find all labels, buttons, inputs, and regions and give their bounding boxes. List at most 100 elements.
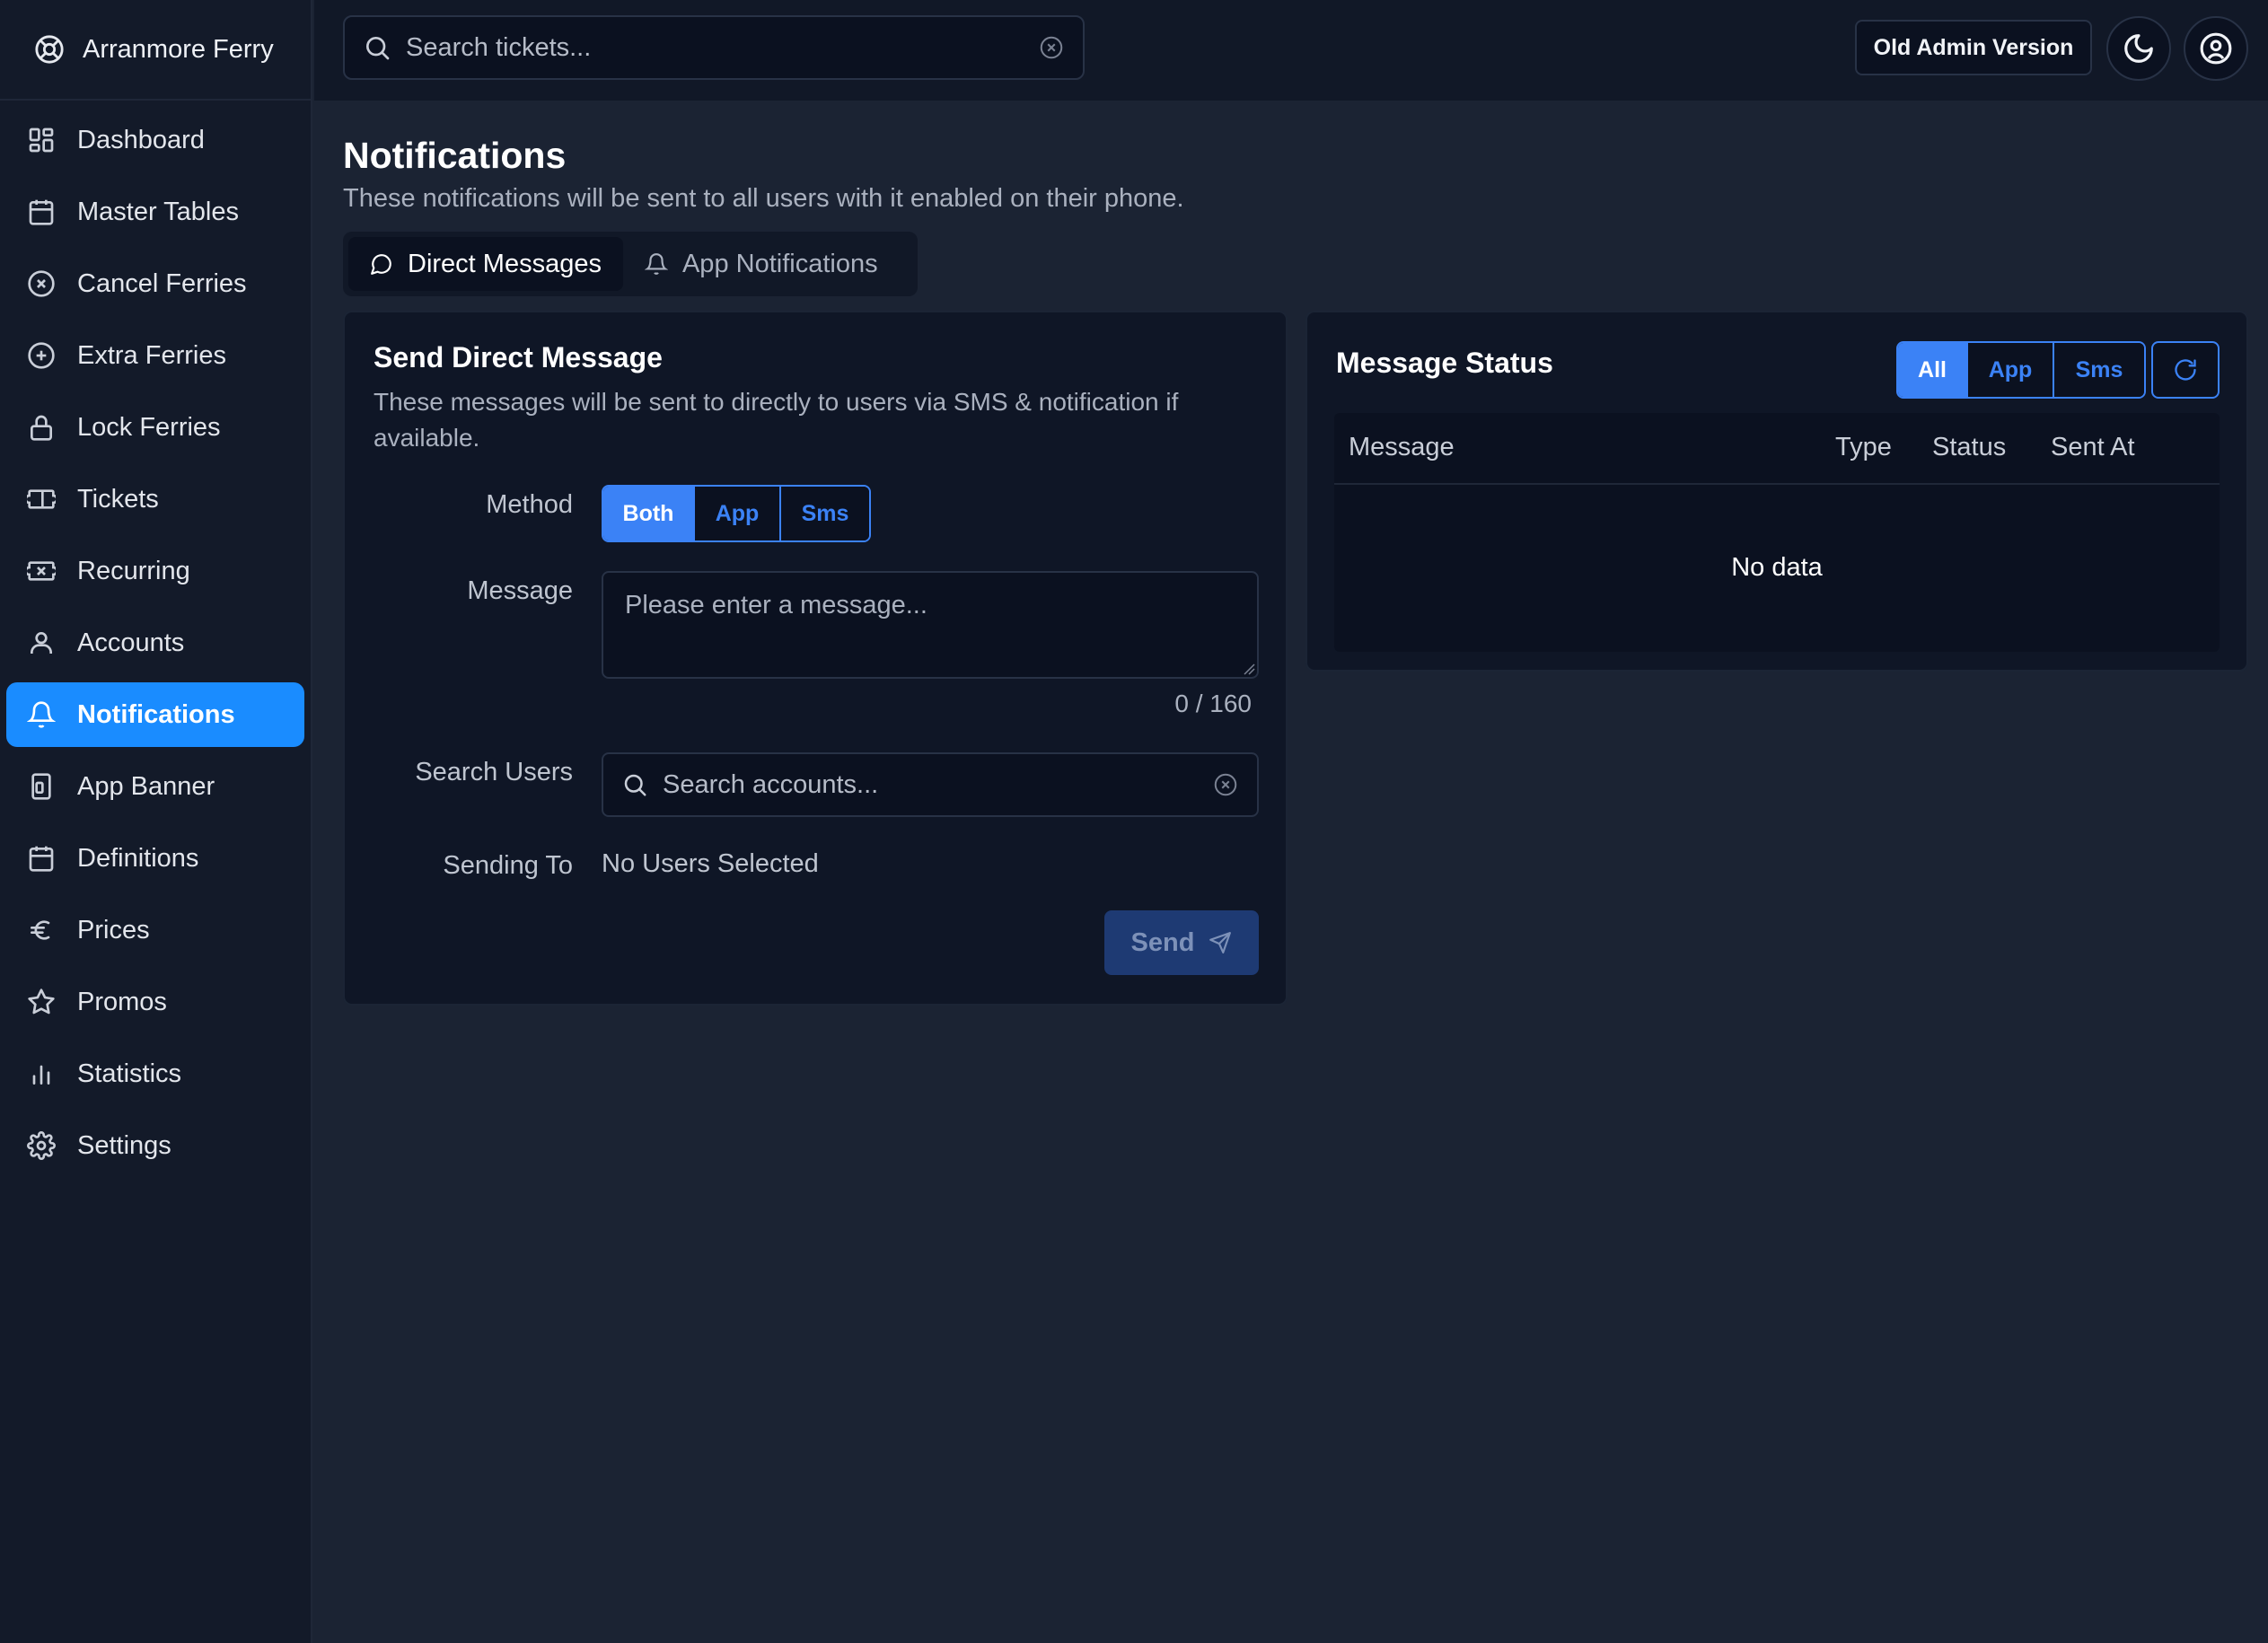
status-filter: All App Sms: [1896, 341, 2146, 399]
sending-to-label: Sending To: [443, 851, 573, 880]
sidebar-item-recurring[interactable]: Recurring: [6, 539, 304, 603]
search-users-label: Search Users: [415, 758, 573, 786]
refresh-button[interactable]: [2151, 341, 2220, 399]
sidebar-item-label: Promos: [77, 987, 167, 1016]
sidebar-nav: Dashboard Master Tables Cancel Ferries E…: [0, 101, 311, 1178]
sidebar-item-label: Accounts: [77, 628, 185, 657]
card-title: Send Direct Message: [374, 341, 663, 373]
page-title: Notifications: [343, 135, 567, 176]
send-icon: [1209, 931, 1232, 954]
table-header: Message Type Status Sent At: [1334, 413, 2220, 485]
phone-banner-icon: [27, 772, 56, 801]
method-option-sms[interactable]: Sms: [781, 487, 869, 540]
chat-icon: [370, 252, 393, 276]
filter-option-all[interactable]: All: [1898, 343, 1968, 397]
sidebar-item-label: Definitions: [77, 843, 199, 873]
sidebar-item-cancel-ferries[interactable]: Cancel Ferries: [6, 251, 304, 316]
sidebar-item-promos[interactable]: Promos: [6, 970, 304, 1034]
sidebar-item-label: Notifications: [77, 699, 235, 729]
user-icon: [27, 628, 56, 657]
ticket-icon: [27, 485, 56, 514]
page-subtitle: These notifications will be sent to all …: [343, 184, 1184, 213]
tab-label: Direct Messages: [408, 249, 602, 278]
calendar-icon: [27, 844, 56, 873]
filter-option-sms[interactable]: Sms: [2054, 343, 2144, 397]
column-header[interactable]: Type: [1835, 433, 1892, 462]
message-textarea[interactable]: Please enter a message...: [602, 571, 1259, 679]
sidebar-item-label: Dashboard: [77, 125, 205, 154]
search-icon: [621, 771, 648, 798]
sidebar-item-tickets[interactable]: Tickets: [6, 467, 304, 532]
sidebar-item-label: Lock Ferries: [77, 412, 221, 442]
sidebar-item-accounts[interactable]: Accounts: [6, 611, 304, 675]
sidebar-item-master-tables[interactable]: Master Tables: [6, 180, 304, 244]
message-status-table: Message Type Status Sent At No data: [1334, 413, 2220, 652]
message-placeholder: Please enter a message...: [625, 591, 927, 619]
bell-icon: [27, 700, 56, 729]
bell-icon: [644, 252, 668, 276]
send-button[interactable]: Send: [1104, 910, 1259, 975]
method-option-app[interactable]: App: [695, 487, 781, 540]
sidebar: Arranmore Ferry Dashboard Master Tables …: [0, 0, 312, 1643]
brand[interactable]: Arranmore Ferry: [0, 0, 311, 101]
sidebar-item-app-banner[interactable]: App Banner: [6, 754, 304, 819]
search-icon: [363, 33, 391, 62]
sidebar-item-label: Master Tables: [77, 197, 239, 226]
sidebar-item-label: App Banner: [77, 771, 215, 801]
filter-option-app[interactable]: App: [1968, 343, 2054, 397]
sidebar-item-lock-ferries[interactable]: Lock Ferries: [6, 395, 304, 460]
sidebar-item-extra-ferries[interactable]: Extra Ferries: [6, 323, 304, 388]
sidebar-item-label: Tickets: [77, 484, 159, 514]
lock-icon: [27, 413, 56, 442]
message-label: Message: [467, 576, 573, 605]
method-option-both[interactable]: Both: [603, 487, 695, 540]
gear-icon: [27, 1131, 56, 1160]
sidebar-item-prices[interactable]: Prices: [6, 898, 304, 962]
sidebar-item-label: Prices: [77, 915, 150, 945]
ticket-search-input[interactable]: Search tickets...: [343, 15, 1085, 80]
sidebar-item-label: Cancel Ferries: [77, 268, 247, 298]
column-header[interactable]: Sent At: [2051, 433, 2135, 462]
sending-to-value: No Users Selected: [602, 849, 819, 878]
sidebar-item-statistics[interactable]: Statistics: [6, 1041, 304, 1106]
character-counter: 0 / 160: [1174, 690, 1252, 717]
theme-toggle-button[interactable]: [2106, 16, 2171, 81]
sidebar-item-settings[interactable]: Settings: [6, 1113, 304, 1178]
tab-direct-messages[interactable]: Direct Messages: [348, 237, 623, 291]
sidebar-item-label: Extra Ferries: [77, 340, 226, 370]
method-label: Method: [486, 490, 573, 519]
method-selector: Both App Sms: [602, 485, 871, 542]
resize-handle-icon[interactable]: [1243, 663, 1255, 675]
circle-plus-icon: [27, 341, 56, 370]
circle-x-icon: [27, 269, 56, 298]
column-header[interactable]: Status: [1932, 433, 2006, 462]
dashboard-icon: [27, 126, 56, 154]
old-admin-version-button[interactable]: Old Admin Version: [1855, 20, 2092, 75]
user-circle-icon: [2199, 31, 2233, 66]
ticket-recurring-icon: [27, 557, 56, 585]
card-title: Message Status: [1336, 347, 1553, 379]
bar-chart-icon: [27, 1059, 56, 1088]
clear-search-icon[interactable]: [1038, 34, 1065, 61]
sidebar-item-label: Statistics: [77, 1059, 182, 1088]
send-label: Send: [1130, 927, 1195, 957]
star-icon: [27, 988, 56, 1016]
clear-search-icon[interactable]: [1212, 771, 1239, 798]
search-accounts-input[interactable]: Search accounts...: [602, 752, 1259, 817]
tabs: Direct Messages App Notifications: [343, 232, 918, 296]
tab-app-notifications[interactable]: App Notifications: [623, 237, 900, 291]
moon-icon: [2122, 31, 2156, 66]
sidebar-item-dashboard[interactable]: Dashboard: [6, 108, 304, 172]
empty-state: No data: [1731, 553, 1823, 582]
sidebar-item-label: Settings: [77, 1130, 171, 1160]
sidebar-item-definitions[interactable]: Definitions: [6, 826, 304, 891]
topbar: Search tickets... Old Admin Version: [314, 0, 2268, 101]
user-menu-button[interactable]: [2184, 16, 2248, 81]
column-header[interactable]: Message: [1349, 433, 1455, 462]
card-description: These messages will be sent to directly …: [374, 388, 1179, 452]
sidebar-item-label: Recurring: [77, 556, 190, 585]
refresh-icon: [2173, 357, 2198, 382]
calendar-icon: [27, 198, 56, 226]
sidebar-item-notifications[interactable]: Notifications: [6, 682, 304, 747]
euro-icon: [27, 916, 56, 945]
